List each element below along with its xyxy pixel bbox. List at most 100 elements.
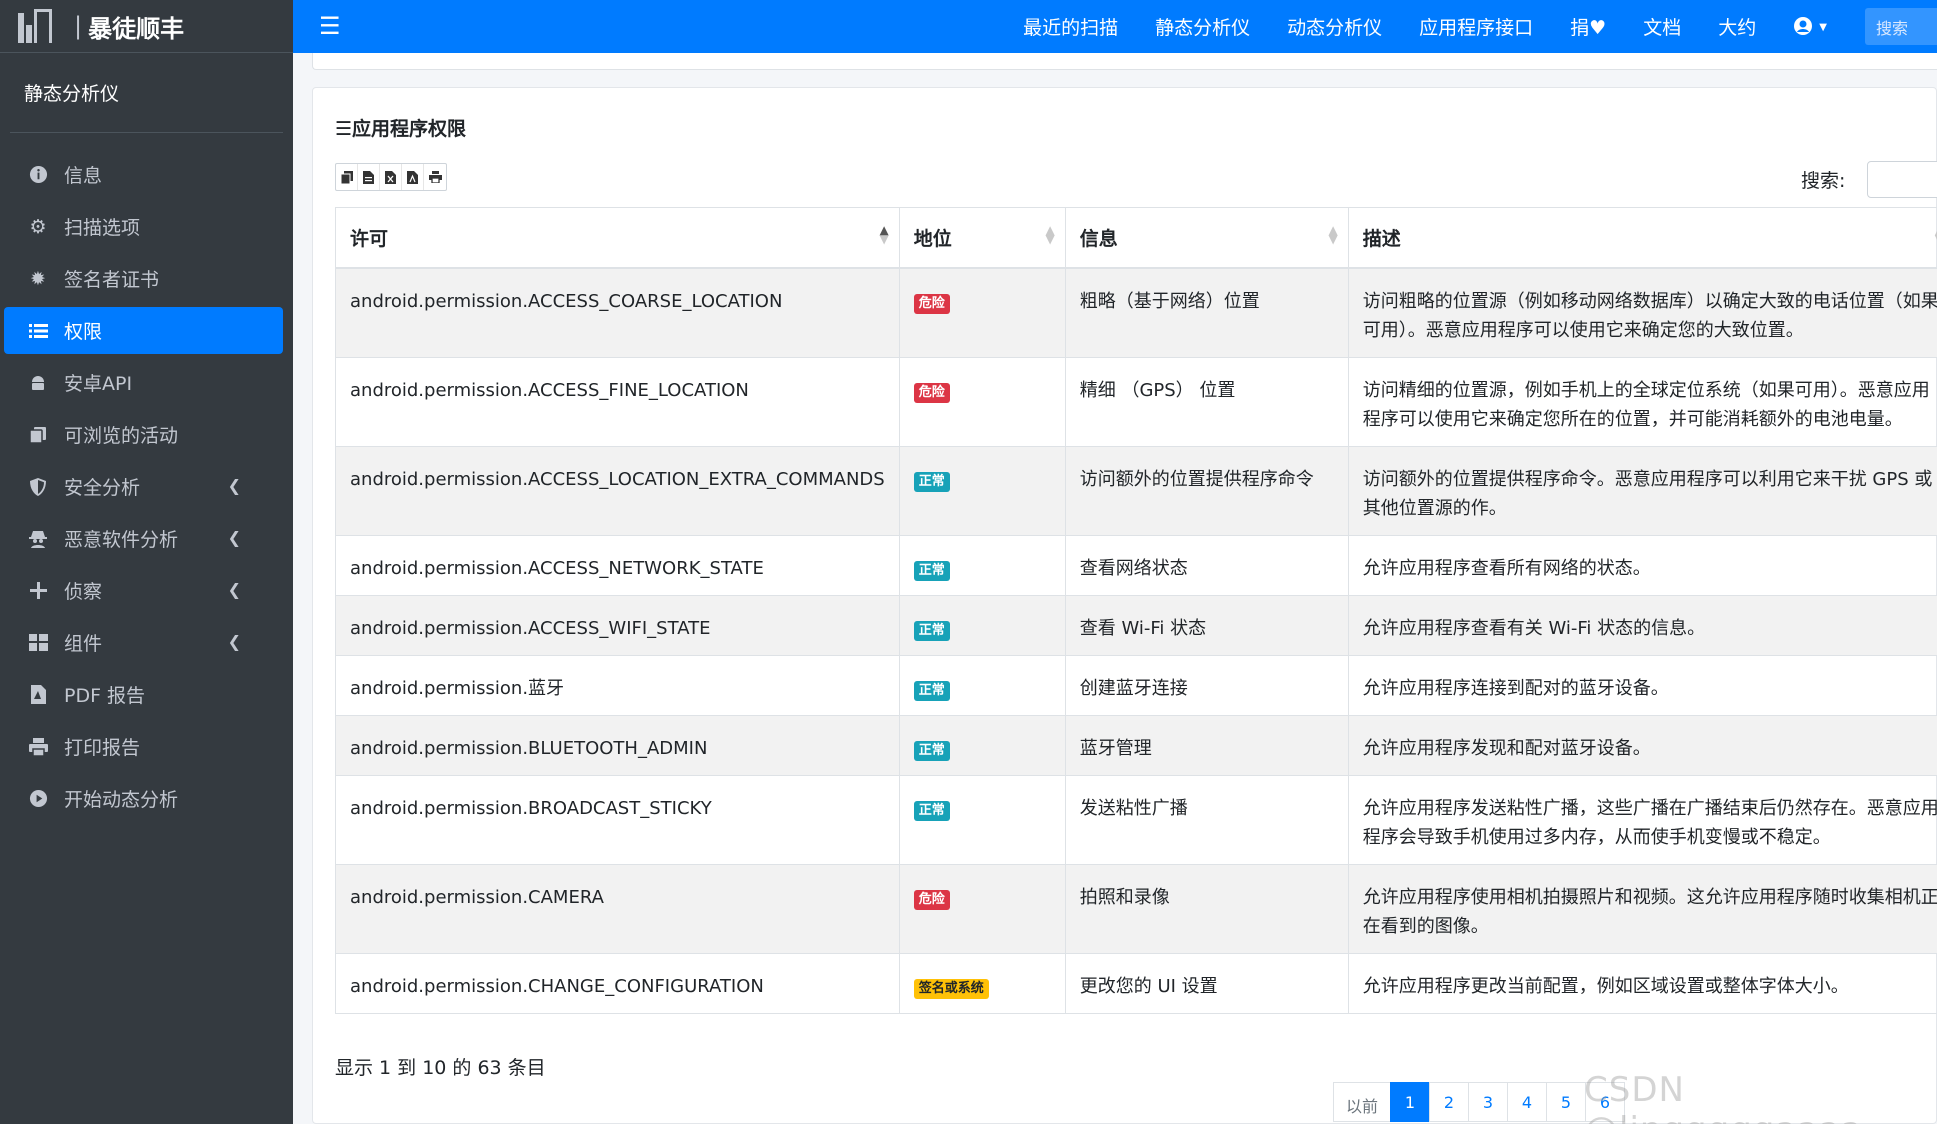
sidebar-item-label: 权限 <box>64 321 103 343</box>
column-header-permission[interactable]: 许可 ▲ ▼ <box>335 207 900 269</box>
nav-link-static-analyzer[interactable]: 静态分析仪 <box>1155 13 1250 40</box>
sidebar-item-label: 安卓API <box>64 373 133 395</box>
permission-cell: android.permission.ACCESS_WIFI_STATE <box>335 594 900 656</box>
status-badge: 危险 <box>913 382 950 403</box>
sidebar-item-label: 恶意软件分析 <box>64 529 179 551</box>
nav-link-dynamic-analyzer[interactable]: 动态分析仪 <box>1287 13 1382 40</box>
sidebar: | 暴徒顺丰 静态分析仪 信息 ⚙ 扫描选项 ✹ 签名者证书 权限 安卓API … <box>0 0 293 1124</box>
nav-link-api[interactable]: 应用程序接口 <box>1419 13 1533 40</box>
pdf-icon[interactable] <box>402 164 424 190</box>
pagination-page-4[interactable]: 4 <box>1507 1082 1548 1122</box>
sort-icon: ▲▼ <box>1328 223 1338 246</box>
sidebar-item-label: 可浏览的活动 <box>64 425 179 447</box>
list-icon <box>26 321 50 341</box>
sidebar-item-info[interactable]: 信息 <box>4 151 283 198</box>
table-row: android.permission.BLUETOOTH_ADMIN 正常 蓝牙管理… <box>335 714 1937 776</box>
status-badge: 正常 <box>913 680 950 701</box>
permission-cell: android.permission.ACCESS_NETWORK_STATE <box>335 534 900 596</box>
table-body: android.permission.ACCESS_COARSE_LOCATIO… <box>335 267 1937 1014</box>
page-title: ☰应用程序权限 <box>335 118 467 140</box>
copy-icon[interactable] <box>336 164 358 190</box>
description-cell: 允许应用程序发送粘性广播，这些广播在广播结束后仍然存在。恶意应用程序会导致手机使… <box>1347 774 1937 865</box>
sidebar-item-android-api[interactable]: 安卓API <box>4 359 283 406</box>
sidebar-item-label: PDF 报告 <box>64 685 146 707</box>
status-cell: 签名或系统 <box>898 952 1066 1014</box>
print-icon[interactable] <box>424 164 446 190</box>
pagination: 以前 1 2 3 4 5 6 <box>1333 1082 1626 1122</box>
gear-icon: ⚙ <box>29 215 47 238</box>
column-header-info[interactable]: 信息 ▲ ▼ <box>1064 207 1349 269</box>
sidebar-item-components[interactable]: 组件 ❮ <box>4 619 283 666</box>
caret-down-icon: ▼ <box>1819 21 1827 33</box>
sidebar-item-start-dynamic-analysis[interactable]: 开始动态分析 <box>4 775 283 822</box>
grid-icon <box>26 633 50 653</box>
table-row: android.permission.ACCESS_FINE_LOCATION 危… <box>335 356 1937 447</box>
info-circle-icon <box>26 165 50 185</box>
sidebar-item-scan-options[interactable]: ⚙ 扫描选项 <box>4 203 283 250</box>
info-cell: 精细 （GPS） 位置 <box>1064 356 1349 447</box>
nav-link-donate[interactable]: 捐♥ <box>1570 13 1606 40</box>
column-header-status[interactable]: 地位 ▲ ▼ <box>898 207 1066 269</box>
status-cell: 正常 <box>898 445 1066 536</box>
pagination-page-2[interactable]: 2 <box>1429 1082 1470 1122</box>
sidebar-item-recon[interactable]: 侦察 ❮ <box>4 567 283 614</box>
top-search-input[interactable]: 搜索 <box>1865 8 1937 45</box>
nav-link-about[interactable]: 大约 <box>1718 13 1756 40</box>
csv-icon[interactable] <box>358 164 380 190</box>
user-menu-button[interactable]: ▼ <box>1793 16 1827 38</box>
sidebar-item-pdf-report[interactable]: PDF 报告 <box>4 671 283 718</box>
permission-cell: android.permission.ACCESS_FINE_LOCATION <box>335 356 900 447</box>
sidebar-nav: 信息 ⚙ 扫描选项 ✹ 签名者证书 权限 安卓API 可浏览的活动 安全分析 ❮… <box>0 151 293 822</box>
status-cell: 正常 <box>898 654 1066 716</box>
brand[interactable]: | 暴徒顺丰 <box>0 0 293 53</box>
status-cell: 正常 <box>898 534 1066 596</box>
info-cell: 发送粘性广播 <box>1064 774 1349 865</box>
permission-cell: android.permission.CAMERA <box>335 863 900 954</box>
status-badge: 正常 <box>913 800 950 821</box>
certificate-icon: ✹ <box>30 267 46 290</box>
column-header-description[interactable]: 描述 ▲▼ <box>1347 207 1937 269</box>
pagination-page-5[interactable]: 5 <box>1546 1082 1587 1122</box>
play-circle-icon <box>26 789 50 809</box>
sidebar-item-malware-analysis[interactable]: 恶意软件分析 ❮ <box>4 515 283 562</box>
sort-icon: ▲▼ <box>879 223 889 246</box>
status-cell: 危险 <box>898 356 1066 447</box>
permissions-table: 许可 ▲▼ 地位 ▲▼ 信息 ▲▼ 描述 ▲▼ android.permissi… <box>335 207 1937 1014</box>
description-cell: 访问精细的位置源，例如手机上的全球定位系统（如果可用）。恶意应用程序可以使用它来… <box>1347 356 1937 447</box>
description-cell: 允许应用程序查看有关 Wi-Fi 状态的信息。 <box>1347 594 1937 656</box>
table-search-label: 搜索: <box>1801 170 1846 192</box>
description-cell: 允许应用程序查看所有网络的状态。 <box>1347 534 1937 596</box>
sidebar-item-label: 打印报告 <box>64 737 141 759</box>
excel-icon[interactable] <box>380 164 402 190</box>
nav-link-docs[interactable]: 文档 <box>1643 13 1681 40</box>
sidebar-item-label: 安全分析 <box>64 477 141 499</box>
sidebar-item-security-analysis[interactable]: 安全分析 ❮ <box>4 463 283 510</box>
status-cell: 危险 <box>898 267 1066 358</box>
permission-cell: android.permission.ACCESS_LOCATION_EXTRA… <box>335 445 900 536</box>
permissions-card: ☰应用程序权限 搜索: 许可 ▲ ▼ 地位 ▲ ▼ 信息 ▲ ▼ 描述 andr… <box>312 87 1937 1124</box>
sidebar-item-signer-certificate[interactable]: ✹ 签名者证书 <box>4 255 283 302</box>
sidebar-item-print-report[interactable]: 打印报告 <box>4 723 283 770</box>
info-cell: 查看网络状态 <box>1064 534 1349 596</box>
user-circle-icon <box>1793 16 1819 38</box>
top-nav-links: 最近的扫描 静态分析仪 动态分析仪 应用程序接口 捐♥ 文档 大约 ▼ 搜索 <box>1023 0 1937 53</box>
pagination-page-1[interactable]: 1 <box>1390 1082 1431 1122</box>
sidebar-item-label: 组件 <box>64 633 103 655</box>
sidebar-item-browsable-activities[interactable]: 可浏览的活动 <box>4 411 283 458</box>
pagination-previous[interactable]: 以前 <box>1333 1082 1392 1122</box>
watermark: CSDN @lingggggaaaa <box>1584 1070 1862 1124</box>
description-cell: 允许应用程序连接到配对的蓝牙设备。 <box>1347 654 1937 716</box>
table-search-input[interactable] <box>1867 161 1937 198</box>
table-row: android.permission.CHANGE_CONFIGURATION 签… <box>335 952 1937 1014</box>
chevron-left-icon: ❮ <box>227 580 241 599</box>
chevron-left-icon: ❮ <box>227 476 241 495</box>
description-cell: 访问额外的位置提供程序命令。恶意应用程序可以利用它来干扰 GPS 或其他位置源的… <box>1347 445 1937 536</box>
hamburger-menu-icon[interactable]: ☰ <box>319 12 341 40</box>
sidebar-item-permissions[interactable]: 权限 <box>4 307 283 354</box>
permission-cell: android.permission.CHANGE_CONFIGURATION <box>335 952 900 1014</box>
sidebar-item-label: 开始动态分析 <box>64 789 179 811</box>
nav-link-recent-scans[interactable]: 最近的扫描 <box>1023 13 1118 40</box>
status-badge: 危险 <box>913 889 950 910</box>
pagination-page-3[interactable]: 3 <box>1468 1082 1509 1122</box>
brand-logo-icon <box>18 9 64 43</box>
